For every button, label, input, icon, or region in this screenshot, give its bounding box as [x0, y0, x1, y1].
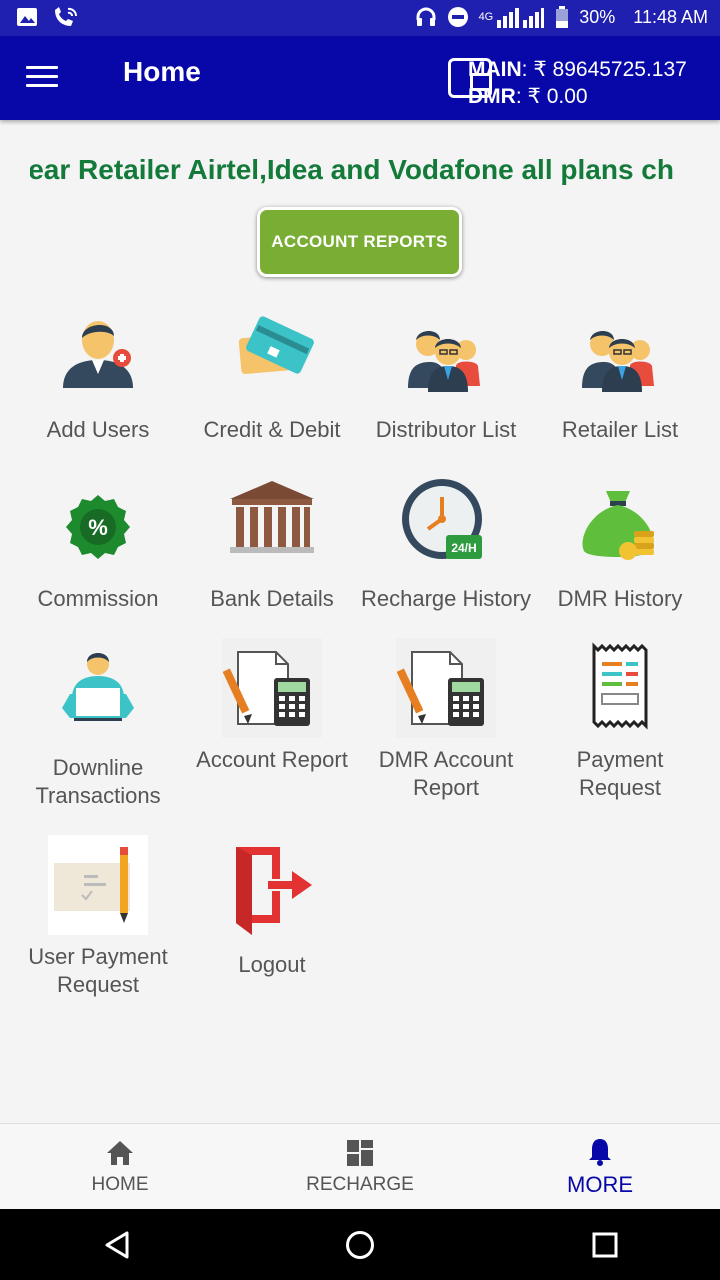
status-bar: 4G 30% 11:48 AM	[0, 0, 720, 36]
bottom-navigation: HOME RECHARGE MORE	[0, 1123, 720, 1209]
balance-display: MAIN: ₹ 89645725.137 DMR: ₹ 0.00	[468, 56, 687, 110]
grid-item-label: Recharge History	[361, 586, 531, 611]
grid-item-credit-debit[interactable]: Credit & Debit	[185, 308, 359, 444]
grid-item-label: Retailer List	[561, 417, 679, 442]
grid-item-dmr-history[interactable]: DMR History	[533, 477, 707, 613]
network-type: 4G	[478, 11, 494, 23]
menu-button[interactable]	[26, 66, 58, 90]
cheque-icon	[48, 835, 148, 935]
clock: 11:48 AM	[633, 6, 708, 27]
battery-icon	[556, 6, 569, 28]
calculator-report-icon	[396, 638, 496, 738]
svg-text:%: %	[88, 515, 108, 540]
battery-percent: 30%	[579, 6, 616, 27]
grid-item-label: DMR Account Report	[378, 747, 514, 800]
dashboard-icon	[347, 1140, 373, 1166]
nav-recharge-label: RECHARGE	[306, 1174, 414, 1195]
nav-recharge[interactable]: RECHARGE	[290, 1138, 430, 1196]
announcement-marquee: Dear Retailer Airtel,Idea and Vodafone a…	[30, 150, 686, 194]
group-icon	[408, 331, 480, 392]
nav-home-label: HOME	[91, 1174, 149, 1195]
grid-item-commission[interactable]: % Commission	[11, 477, 185, 613]
money-bag-icon	[582, 491, 654, 560]
grid-item-label: Add Users	[46, 417, 150, 442]
person-laptop-icon	[62, 653, 134, 721]
grid-item-label: Downline Transactions	[35, 755, 161, 808]
percent-badge-icon: %	[66, 495, 130, 559]
grid-item-label: Bank Details	[210, 586, 334, 611]
grid-item-dmr-account-report[interactable]: DMR Account Report	[359, 638, 533, 802]
nav-home[interactable]: HOME	[50, 1138, 190, 1196]
wifi-call-icon	[55, 7, 78, 26]
grid-item-label: User Payment Request	[28, 944, 168, 997]
grid-item-label: Credit & Debit	[203, 417, 341, 442]
announcement-text: Dear Retailer Airtel,Idea and Vodafone a…	[30, 154, 674, 185]
headphones-icon	[416, 7, 436, 26]
grid-item-distributor-list[interactable]: Distributor List	[359, 308, 533, 444]
do-not-disturb-icon	[447, 7, 468, 27]
svg-text:24/H: 24/H	[451, 541, 476, 555]
grid-item-account-report[interactable]: Account Report	[185, 638, 359, 774]
receipt-icon	[592, 642, 648, 730]
main-balance-label: MAIN	[468, 58, 522, 81]
main-balance-value: : ₹ 89645725.137	[521, 58, 687, 81]
bell-icon	[589, 1139, 611, 1166]
grid-item-label: Payment Request	[576, 747, 664, 800]
signal-icon	[497, 8, 545, 28]
credit-card-icon	[238, 316, 314, 375]
grid-item-add-users[interactable]: Add Users	[11, 308, 185, 444]
group-icon	[582, 331, 654, 392]
grid-item-label: Account Report	[196, 747, 348, 772]
recents-icon[interactable]	[592, 1232, 618, 1258]
back-icon[interactable]	[103, 1231, 131, 1259]
dmr-balance-label: DMR	[468, 85, 516, 108]
grid-item-recharge-history[interactable]: 24/H Recharge History	[359, 477, 533, 613]
bank-icon	[230, 481, 314, 553]
dmr-balance-value: : ₹ 0.00	[515, 85, 588, 108]
grid-item-user-payment-request[interactable]: User Payment Request	[11, 835, 185, 999]
grid-item-downline-transactions[interactable]: Downline Transactions	[11, 646, 185, 810]
grid-item-label: Logout	[238, 952, 306, 977]
home-circle-icon[interactable]	[345, 1230, 375, 1260]
grid-item-retailer-list[interactable]: Retailer List	[533, 308, 707, 444]
account-reports-button[interactable]: ACCOUNT REPORTS	[257, 207, 462, 277]
grid-item-logout[interactable]: Logout	[185, 843, 359, 979]
grid-item-bank-details[interactable]: Bank Details	[185, 477, 359, 613]
add-user-icon	[63, 321, 133, 388]
nav-more-label: MORE	[567, 1172, 633, 1197]
calculator-report-icon	[222, 638, 322, 738]
grid-item-label: Commission	[37, 586, 159, 611]
clock-24h-icon: 24/H	[402, 479, 482, 559]
page-title: Home	[123, 56, 201, 87]
grid-item-label: DMR History	[557, 586, 683, 611]
system-navigation-bar	[0, 1209, 720, 1280]
nav-more[interactable]: MORE	[530, 1136, 670, 1198]
home-icon	[107, 1141, 133, 1165]
app-bar: Home MAIN: ₹ 89645725.137 DMR: ₹ 0.00	[0, 36, 720, 120]
grid-item-payment-request[interactable]: Payment Request	[533, 638, 707, 802]
grid-item-label: Distributor List	[375, 417, 517, 442]
logout-icon	[236, 847, 312, 935]
gallery-icon	[17, 8, 37, 26]
